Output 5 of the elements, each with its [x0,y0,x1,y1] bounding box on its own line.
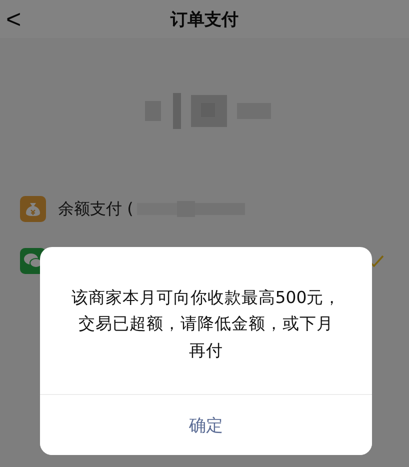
payment-label: 余额支付 ( [58,198,134,220]
back-button[interactable]: < [2,0,26,38]
page-title: 订单支付 [170,8,238,30]
money-bag-icon [20,196,46,222]
payment-option[interactable]: 余额支付 ( [0,183,409,235]
